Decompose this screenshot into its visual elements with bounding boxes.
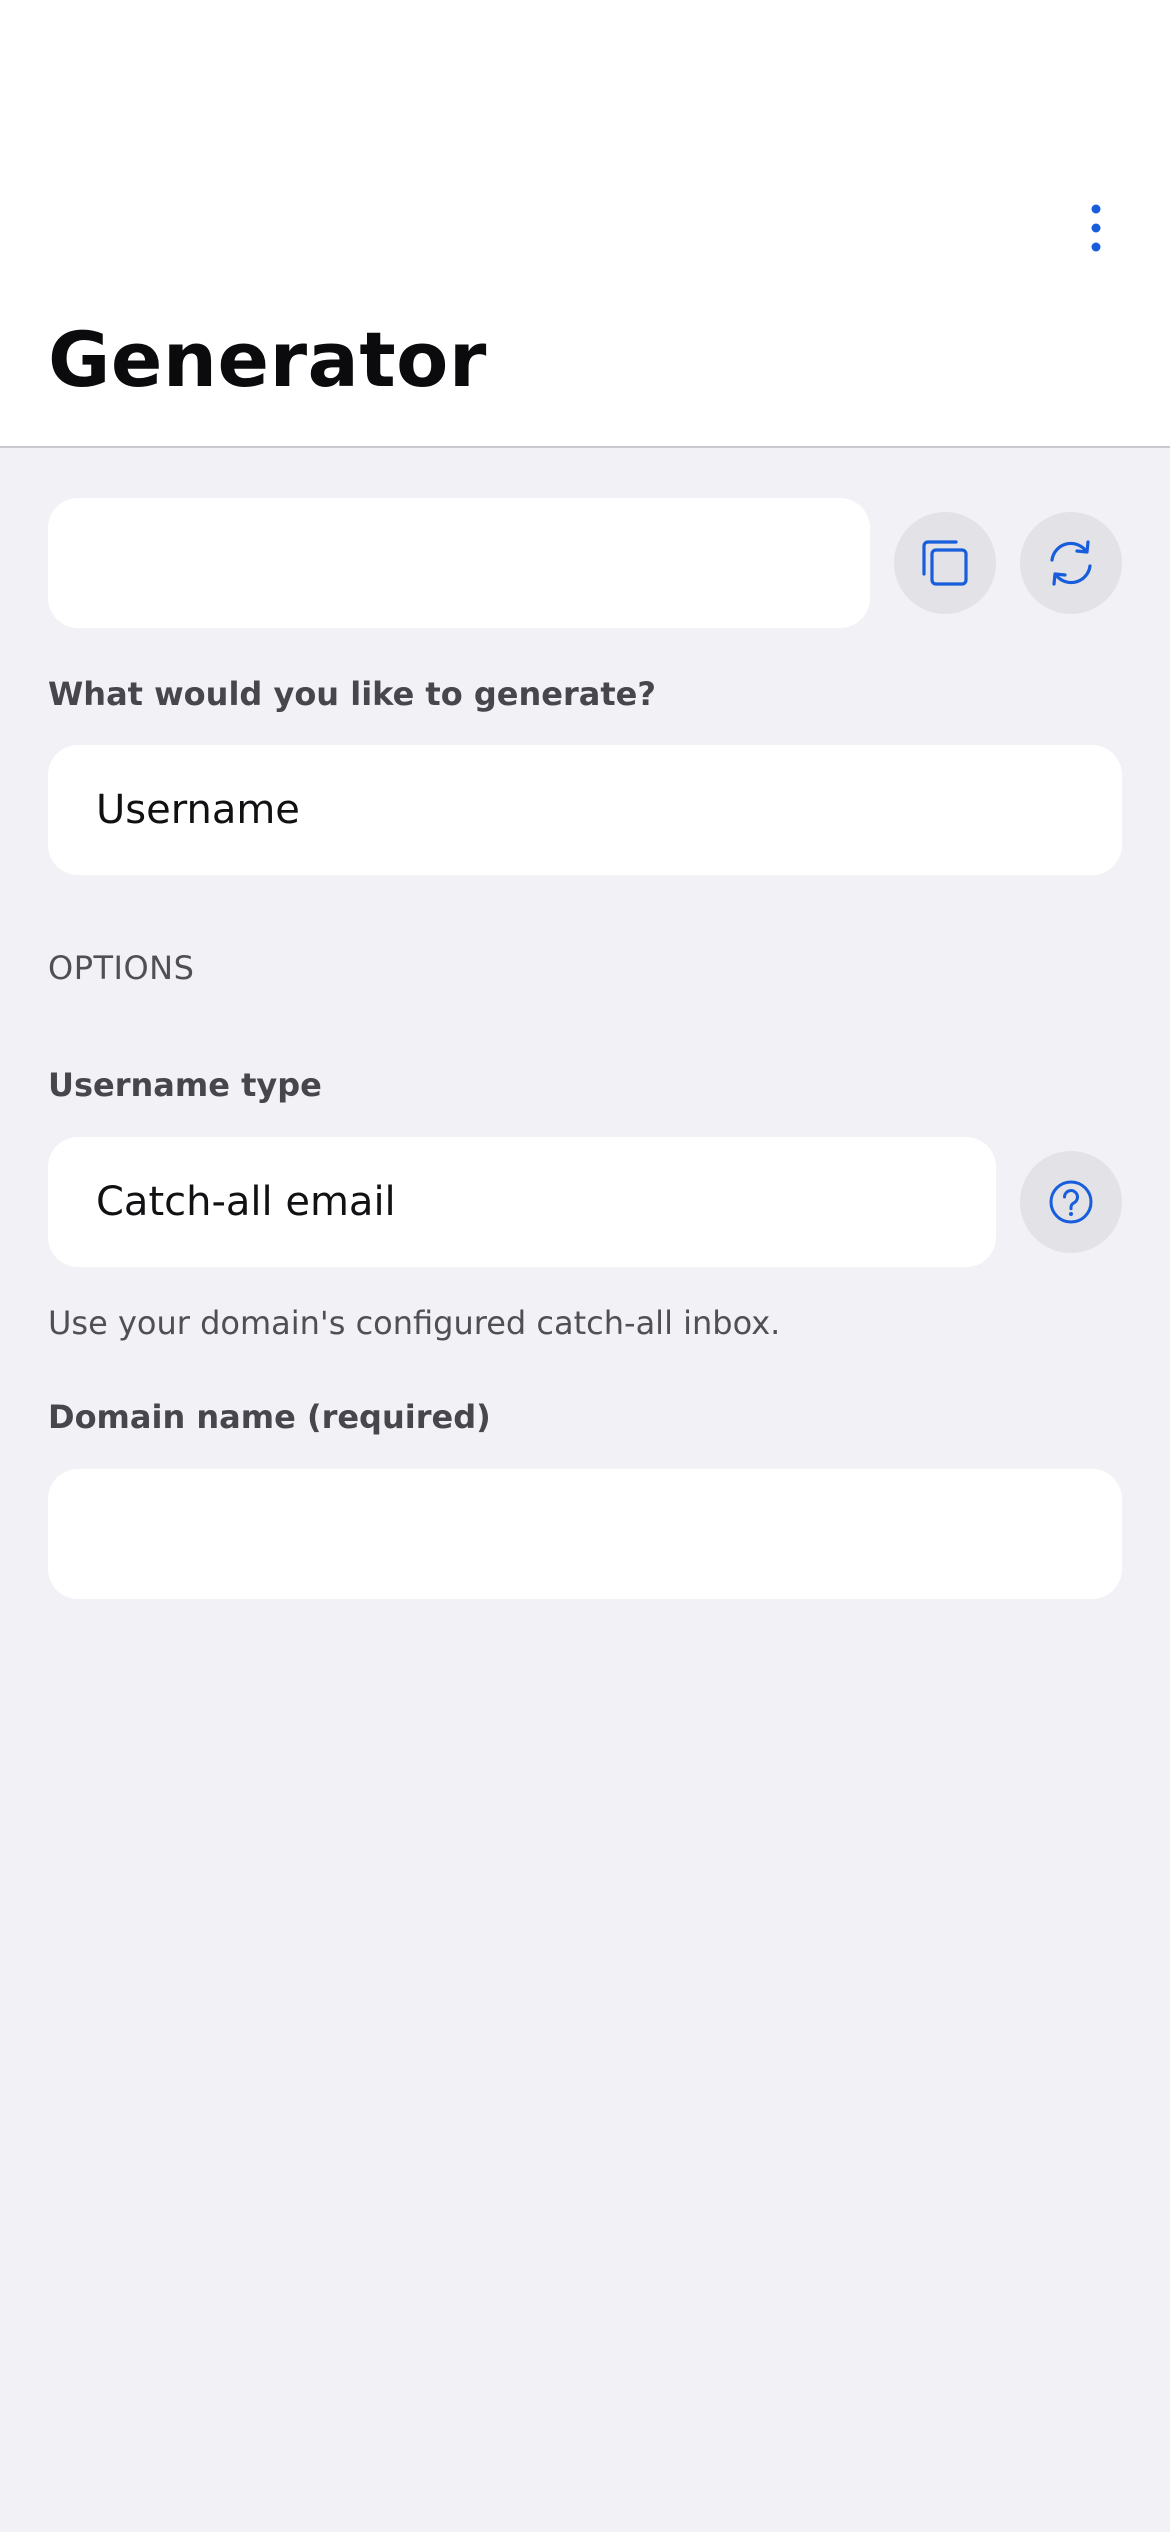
page-title: Generator — [48, 315, 487, 404]
username-type-description: Use your domain's configured catch-all i… — [48, 1304, 781, 1342]
username-type-label: Username type — [48, 1066, 322, 1104]
more-vertical-icon — [1091, 204, 1101, 252]
app-bar: Generator — [0, 0, 1170, 448]
regenerate-button[interactable] — [1020, 512, 1122, 614]
refresh-icon — [1050, 540, 1092, 586]
help-circle-icon — [1049, 1180, 1093, 1224]
copy-button[interactable] — [894, 512, 996, 614]
domain-name-input[interactable] — [48, 1469, 1122, 1599]
domain-name-label: Domain name (required) — [48, 1398, 491, 1436]
generate-type-label: What would you like to generate? — [48, 675, 656, 713]
generated-value-field[interactable] — [48, 498, 870, 628]
username-type-select[interactable]: Catch-all email — [48, 1137, 996, 1267]
copy-icon — [922, 540, 968, 586]
generate-type-select[interactable]: Username — [48, 745, 1122, 875]
username-type-help-button[interactable] — [1020, 1151, 1122, 1253]
options-section-header: OPTIONS — [48, 949, 195, 987]
more-options-button[interactable] — [1060, 178, 1132, 278]
